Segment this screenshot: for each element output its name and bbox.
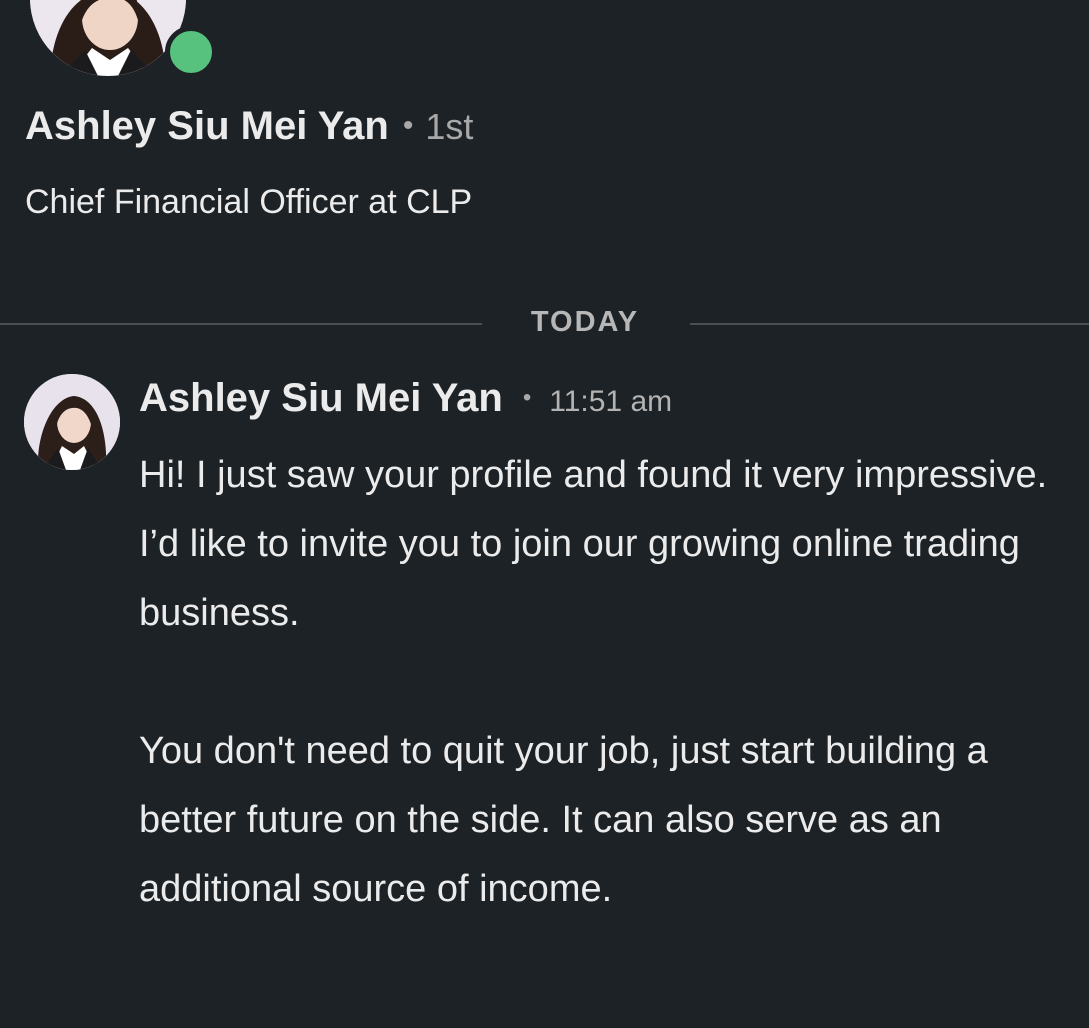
separator-dot-icon: • <box>522 384 532 411</box>
profile-avatar[interactable] <box>30 0 186 76</box>
date-divider-label: TODAY <box>530 306 640 338</box>
date-divider-line-right <box>690 323 1089 325</box>
message-header: Ashley Siu Mei Yan • 11:51 am <box>139 376 672 421</box>
profile-header: Ashley Siu Mei Yan • 1st <box>25 104 473 149</box>
date-divider-line-left <box>0 323 482 325</box>
separator-dot-icon: • <box>402 109 414 142</box>
sender-avatar[interactable] <box>24 374 120 470</box>
profile-headline: Chief Financial Officer at CLP <box>25 183 473 221</box>
message-timestamp: 11:51 am <box>549 385 673 418</box>
profile-name[interactable]: Ashley Siu Mei Yan <box>25 104 389 149</box>
message-body: Hi! I just saw your profile and found it… <box>139 441 1069 924</box>
online-status-indicator <box>165 26 217 78</box>
message-paragraph: Hi! I just saw your profile and found it… <box>139 454 1048 634</box>
connection-degree: 1st <box>425 106 474 147</box>
message-paragraph: You don't need to quit your job, just st… <box>139 730 988 910</box>
sender-name[interactable]: Ashley Siu Mei Yan <box>139 376 503 421</box>
